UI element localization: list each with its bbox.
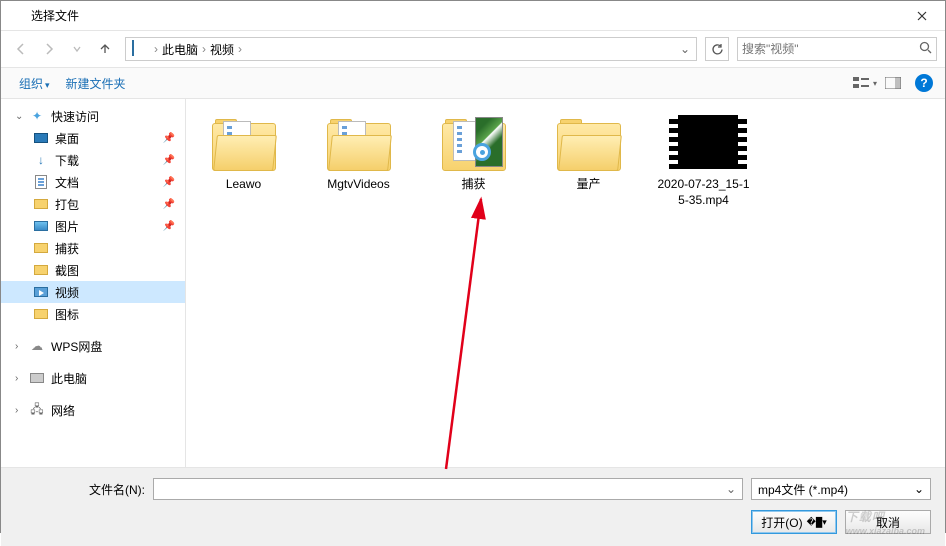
- sidebar-label: 快速访问: [51, 108, 99, 125]
- folder-icon: [33, 240, 49, 256]
- picture-icon: [33, 218, 49, 234]
- video-thumb-icon: [669, 115, 739, 173]
- folder-icon: [33, 306, 49, 322]
- folder-icon: [554, 115, 624, 173]
- toolbar: 组织▾ 新建文件夹 ▾ ?: [1, 67, 945, 99]
- organize-menu[interactable]: 组织▾: [13, 73, 56, 94]
- network-icon: 🖧: [29, 402, 45, 418]
- folder-icon: [439, 115, 509, 173]
- dialog-footer: 文件名(N): ⌄ mp4文件 (*.mp4)⌄ 打开(O)�█▾ 取消 下载吧…: [1, 467, 945, 546]
- folder-leawo[interactable]: Leawo: [196, 115, 291, 208]
- refresh-icon: [711, 43, 724, 56]
- refresh-button[interactable]: [705, 37, 729, 61]
- document-icon: [33, 174, 49, 190]
- arrow-right-icon: [42, 42, 56, 56]
- breadcrumb-sep-icon: ›: [152, 42, 160, 56]
- chevron-right-icon: ›: [15, 373, 27, 384]
- new-folder-button[interactable]: 新建文件夹: [60, 73, 132, 94]
- desktop-icon: [33, 130, 49, 146]
- pin-icon: 📌: [163, 199, 175, 210]
- folder-icon: [33, 262, 49, 278]
- file-video-1[interactable]: 2020-07-23_15-15-35.mp4: [656, 115, 751, 208]
- preview-pane-icon: [885, 77, 901, 89]
- sidebar-item-screenshot[interactable]: 截图: [1, 259, 185, 281]
- breadcrumb-current[interactable]: 视频: [208, 41, 236, 58]
- pc-icon: [29, 370, 45, 386]
- window-title: 选择文件: [31, 7, 899, 24]
- forward-button[interactable]: [37, 37, 61, 61]
- cancel-button[interactable]: 取消: [845, 510, 931, 534]
- view-options-button[interactable]: ▾: [853, 71, 877, 95]
- close-button[interactable]: [899, 1, 945, 31]
- chevron-down-icon: ⌄: [15, 111, 27, 122]
- breadcrumb-sep-icon: ›: [236, 42, 244, 56]
- folder-mgtv[interactable]: MgtvVideos: [311, 115, 406, 208]
- sidebar-item-downloads[interactable]: ↓下载📌: [1, 149, 185, 171]
- sidebar-item-video[interactable]: 视频: [1, 281, 185, 303]
- chevron-right-icon: ›: [15, 341, 27, 352]
- sidebar-item-icons[interactable]: 图标: [1, 303, 185, 325]
- help-button[interactable]: ?: [915, 74, 933, 92]
- filename-input[interactable]: ⌄: [153, 478, 743, 500]
- sidebar-quick-access[interactable]: ⌄ ✦ 快速访问: [1, 105, 185, 127]
- address-dropdown[interactable]: ⌄: [676, 42, 694, 56]
- address-bar[interactable]: › 此电脑 › 视频 › ⌄: [125, 37, 697, 61]
- close-icon: [917, 11, 927, 21]
- title-bar: 选择文件: [1, 1, 945, 31]
- chevron-down-icon[interactable]: ⌄: [720, 479, 742, 499]
- sidebar-network[interactable]: ›🖧网络: [1, 399, 185, 421]
- sidebar-item-capture[interactable]: 捕获: [1, 237, 185, 259]
- sidebar-item-documents[interactable]: 文档📌: [1, 171, 185, 193]
- back-button[interactable]: [9, 37, 33, 61]
- sidebar-this-pc[interactable]: ›此电脑: [1, 367, 185, 389]
- download-icon: ↓: [33, 152, 49, 168]
- pin-icon: 📌: [163, 221, 175, 232]
- breadcrumb-root[interactable]: 此电脑: [160, 41, 200, 58]
- app-icon: [9, 8, 25, 24]
- pin-icon: 📌: [163, 177, 175, 188]
- recent-dropdown[interactable]: [65, 37, 89, 61]
- pin-icon: 📌: [163, 133, 175, 144]
- chevron-down-icon: ⌄: [914, 482, 924, 496]
- search-icon: [919, 41, 932, 57]
- chevron-right-icon: ›: [15, 405, 27, 416]
- cloud-icon: ☁: [29, 338, 45, 354]
- arrow-up-icon: [98, 42, 112, 56]
- split-dropdown-icon: �█▾: [807, 517, 827, 528]
- star-icon: ✦: [29, 108, 45, 124]
- annotation-arrow: [426, 169, 646, 489]
- folder-liangchan[interactable]: 量产: [541, 115, 636, 208]
- breadcrumb-sep-icon: ›: [200, 42, 208, 56]
- open-button[interactable]: 打开(O)�█▾: [751, 510, 837, 534]
- filetype-select[interactable]: mp4文件 (*.mp4)⌄: [751, 478, 931, 500]
- nav-bar: › 此电脑 › 视频 › ⌄: [1, 31, 945, 67]
- folder-icon: [209, 115, 279, 173]
- search-input[interactable]: [742, 42, 919, 56]
- sidebar: ⌄ ✦ 快速访问 桌面📌 ↓下载📌 文档📌 打包📌 图片📌 捕获 截图 视频 图…: [1, 99, 186, 467]
- search-box[interactable]: [737, 37, 937, 61]
- folder-icon: [324, 115, 394, 173]
- location-video-icon: [132, 41, 148, 57]
- sidebar-item-desktop[interactable]: 桌面📌: [1, 127, 185, 149]
- sidebar-item-dabao[interactable]: 打包📌: [1, 193, 185, 215]
- folder-capture[interactable]: 捕获: [426, 115, 521, 208]
- up-button[interactable]: [93, 37, 117, 61]
- view-icon: [853, 76, 871, 90]
- preview-pane-button[interactable]: [881, 71, 905, 95]
- sidebar-item-pictures[interactable]: 图片📌: [1, 215, 185, 237]
- filename-label: 文件名(N):: [15, 481, 145, 498]
- chevron-down-icon: [72, 44, 82, 54]
- folder-icon: [33, 196, 49, 212]
- pin-icon: 📌: [163, 155, 175, 166]
- video-icon: [33, 284, 49, 300]
- help-icon: ?: [920, 76, 927, 90]
- sidebar-wps[interactable]: ›☁WPS网盘: [1, 335, 185, 357]
- file-list[interactable]: Leawo MgtvVideos 捕获 量产 2020-07-23_15-15-…: [186, 99, 945, 467]
- arrow-left-icon: [14, 42, 28, 56]
